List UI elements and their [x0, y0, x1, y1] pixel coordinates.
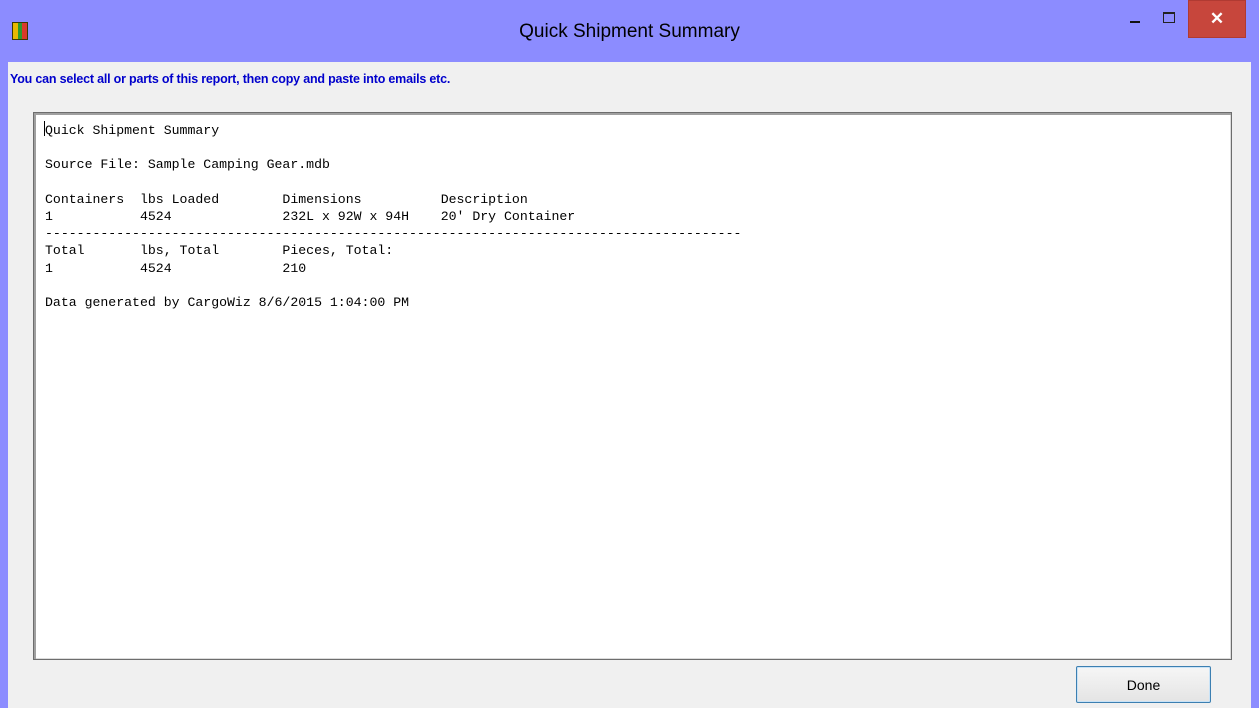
dialog-body: You can select all or parts of this repo… [8, 62, 1251, 708]
report-line: Source File: Sample Camping Gear.mdb [45, 157, 330, 173]
close-icon: ✕ [1209, 9, 1225, 28]
report-line: Containers lbs Loaded Dimensions Descrip… [45, 191, 528, 207]
report-line: Data generated by CargoWiz 8/6/2015 1:04… [45, 295, 410, 311]
instruction-text: You can select all or parts of this repo… [10, 72, 451, 86]
report-content[interactable]: Quick Shipment Summary Source File: Samp… [45, 122, 741, 311]
close-button[interactable]: ✕ [1188, 0, 1246, 38]
report-line: Total lbs, Total Pieces, Total: [45, 243, 394, 259]
minimize-icon [1130, 21, 1140, 23]
title-bar[interactable]: Quick Shipment Summary ✕ [0, 0, 1259, 62]
report-textbox[interactable]: Quick Shipment Summary Source File: Samp… [33, 112, 1232, 660]
maximize-button[interactable] [1152, 0, 1186, 38]
done-button[interactable]: Done [1076, 666, 1211, 703]
report-line: Quick Shipment Summary [45, 123, 220, 138]
minimize-button[interactable] [1118, 0, 1152, 38]
report-line: 1 4524 210 [45, 260, 307, 276]
report-line: 1 4524 232L x 92W x 94H 20' Dry Containe… [45, 209, 576, 225]
maximize-icon [1163, 11, 1175, 23]
window-title: Quick Shipment Summary [519, 21, 740, 42]
dialog-window: Quick Shipment Summary ✕ You can select … [0, 0, 1259, 708]
report-separator: ----------------------------------------… [45, 226, 742, 242]
